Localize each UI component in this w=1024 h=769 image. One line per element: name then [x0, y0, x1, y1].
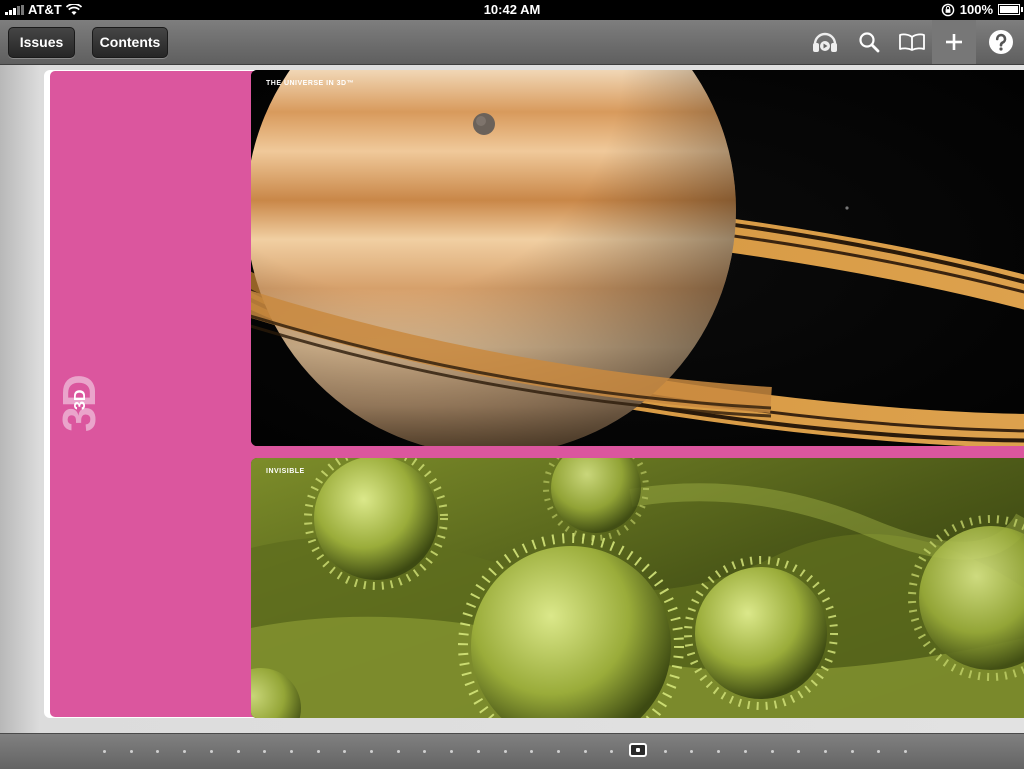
page-dot[interactable]	[904, 750, 907, 753]
page-dot[interactable]	[503, 750, 507, 753]
current-page-indicator[interactable]	[629, 743, 647, 757]
page-dot[interactable]	[823, 750, 827, 753]
toolbar: Issues Contents	[0, 20, 1024, 65]
battery-percent: 100%	[959, 2, 993, 17]
page-dot[interactable]	[236, 750, 240, 753]
section-divider	[250, 446, 1024, 458]
page-navigator	[0, 733, 1024, 769]
page-dot[interactable]	[476, 750, 480, 753]
page-dots	[0, 734, 1024, 769]
status-right: 100%	[941, 2, 1023, 17]
page-dot[interactable]	[316, 750, 320, 753]
pollen-article-title: INVISIBLE	[266, 468, 305, 475]
page-dot[interactable]	[450, 750, 454, 753]
page-dot[interactable]	[209, 750, 213, 753]
page-dot[interactable]	[530, 750, 534, 753]
page-dot[interactable]	[129, 750, 133, 753]
page-dot[interactable]	[583, 750, 587, 753]
status-bar: AT&T 10:42 AM 100%	[0, 0, 1024, 20]
section-label-text: 3D	[72, 389, 89, 410]
page-dot[interactable]	[103, 750, 106, 753]
page-dot[interactable]	[289, 750, 293, 753]
page-dot[interactable]	[877, 750, 881, 753]
battery-icon	[998, 4, 1023, 15]
contents-button[interactable]: Contents	[92, 27, 168, 58]
page-dot[interactable]	[263, 750, 267, 753]
page-dot[interactable]	[556, 750, 560, 753]
help-icon[interactable]	[987, 28, 1015, 56]
page-dot[interactable]	[797, 750, 801, 753]
pollen-image	[251, 458, 1024, 718]
page-dot[interactable]	[423, 750, 427, 753]
page-dot[interactable]	[370, 750, 373, 753]
page-dot[interactable]	[770, 750, 774, 753]
page-dot[interactable]	[663, 750, 667, 753]
issues-button[interactable]: Issues	[8, 27, 75, 58]
saturn-article-tile[interactable]: THE UNIVERSE IN 3D™	[251, 70, 1024, 446]
rotation-lock-icon	[941, 3, 955, 16]
saturn-image	[251, 70, 1024, 446]
saturn-article-title: THE UNIVERSE IN 3D™	[266, 80, 355, 87]
page-dot[interactable]	[690, 750, 694, 753]
page-dot[interactable]	[743, 750, 747, 753]
section-label: 3D 3D	[52, 360, 105, 432]
pollen-article-tile[interactable]: INVISIBLE	[251, 458, 1024, 718]
page-dot[interactable]	[396, 750, 400, 753]
page-dot[interactable]	[183, 750, 187, 753]
search-icon[interactable]	[855, 28, 883, 56]
page-dot[interactable]	[343, 750, 347, 753]
page-dot[interactable]	[717, 750, 721, 753]
plus-icon	[946, 34, 962, 50]
page-dot[interactable]	[850, 750, 854, 753]
page-dot[interactable]	[156, 750, 160, 753]
plus-button[interactable]	[932, 20, 976, 64]
status-time: 10:42 AM	[483, 2, 541, 17]
audio-icon[interactable]	[811, 28, 839, 56]
book-icon[interactable]	[898, 28, 926, 56]
page-dot[interactable]	[610, 750, 614, 753]
